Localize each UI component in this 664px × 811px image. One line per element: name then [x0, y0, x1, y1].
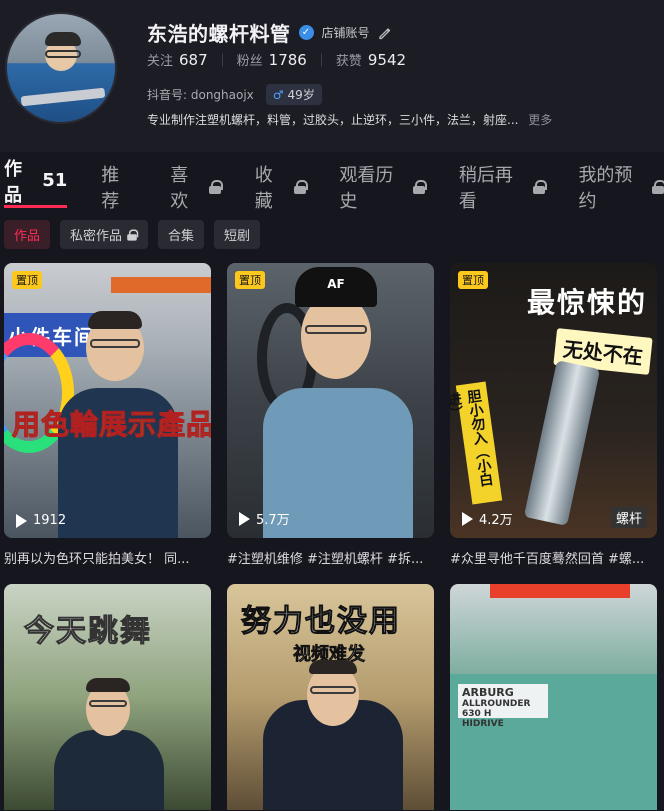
video-thumbnail[interactable]: 最惊悚的 无处不在 胆小勿入（小白进） 螺杆 置顶 4.2万 — [450, 263, 657, 538]
profile-stats: 关注 687 粉丝 1786 获赞 9542 — [147, 50, 406, 69]
stat-divider — [221, 52, 223, 67]
play-icon — [239, 511, 250, 526]
tab-works[interactable]: 作品 51 — [4, 159, 68, 208]
avatar[interactable] — [5, 12, 117, 124]
name-row: 东浩的螺杆料管 ✓ 店铺账号 — [147, 18, 392, 47]
play-count: 5.7万 — [239, 509, 290, 528]
video-card[interactable]: 最惊悚的 无处不在 胆小勿入（小白进） 螺杆 置顶 4.2万 #众里寻他千百度蓦… — [450, 263, 657, 584]
video-caption[interactable]: #注塑机维修 #注塑机螺杆 #拆... — [227, 548, 434, 584]
lock-icon — [127, 228, 139, 241]
bio-text: 专业制作注塑机螺杆，料管，过胶头，止逆环，三小件，法兰，射座... — [147, 113, 519, 127]
plate-drive: HIDRIVE — [462, 719, 504, 729]
tab-history[interactable]: 观看历史 — [339, 160, 427, 212]
tab-favorites[interactable]: 收藏 — [255, 160, 308, 212]
video-card[interactable]: AF 置顶 5.7万 #注塑机维修 #注塑机螺杆 #拆... — [227, 263, 434, 584]
video-card[interactable]: ARBURG ALLROUNDER 630 H HIDRIVE — [450, 584, 657, 810]
play-icon — [16, 513, 27, 528]
stat-following[interactable]: 关注 687 — [147, 50, 208, 69]
stat-likes[interactable]: 获赞 9542 — [336, 50, 406, 69]
profile-tabs: 作品 51 推荐 喜欢 收藏 观看历史 稍后再看 我的预约 — [0, 159, 664, 212]
tab-label: 观看历史 — [339, 165, 394, 212]
tab-label: 我的预约 — [578, 165, 633, 212]
profile-bio: 专业制作注塑机螺杆，料管，过胶头，止逆环，三小件，法兰，射座... 更多 — [147, 111, 552, 128]
overlay-label: 螺杆 — [610, 507, 647, 528]
tab-watch-later[interactable]: 稍后再看 — [459, 160, 547, 212]
tab-likes[interactable]: 喜欢 — [170, 160, 223, 212]
chip-label: 合集 — [168, 229, 195, 244]
male-icon: ♂ — [272, 87, 284, 102]
profile-header: 东浩的螺杆料管 ✓ 店铺账号 关注 687 粉丝 1786 获赞 9542 抖音… — [0, 0, 664, 152]
video-caption[interactable]: #众里寻他千百度蓦然回首 #螺... — [450, 548, 657, 584]
lock-icon — [413, 180, 427, 194]
lock-icon — [209, 180, 223, 194]
tab-label: 稍后再看 — [458, 165, 513, 212]
tab-label: 推荐 — [101, 165, 120, 212]
tab-reservations[interactable]: 我的预约 — [578, 160, 664, 212]
tab-label: 作品 — [4, 158, 22, 206]
bio-more-link[interactable]: 更多 — [528, 113, 552, 127]
pinned-badge: 置顶 — [458, 271, 488, 289]
plate-brand: ARBURG — [462, 686, 514, 699]
profile-meta: 抖音号: donghaojx ♂ 49岁 — [147, 84, 322, 105]
play-count-value: 4.2万 — [479, 513, 513, 528]
store-account-label: 店铺账号 — [321, 26, 370, 40]
chip-label: 私密作品 — [70, 229, 123, 244]
stat-value: 687 — [179, 51, 208, 69]
age-badge: ♂ 49岁 — [265, 84, 322, 105]
video-card[interactable]: 今天跳舞 — [4, 584, 211, 810]
plate-model: ALLROUNDER 630 H — [462, 699, 531, 719]
stat-followers[interactable]: 粉丝 1786 — [237, 50, 307, 69]
subtab-collections[interactable]: 合集 — [158, 220, 205, 249]
edit-icon[interactable] — [378, 26, 392, 40]
subtab-private-works[interactable]: 私密作品 — [60, 220, 149, 249]
play-count: 1912 — [16, 513, 66, 528]
subtab-works[interactable]: 作品 — [4, 220, 51, 249]
play-icon — [462, 511, 473, 526]
play-count-value: 5.7万 — [256, 513, 290, 528]
pinned-badge: 置顶 — [12, 271, 42, 289]
video-thumbnail[interactable]: 努力也没用 视频难发 — [227, 584, 434, 810]
video-card[interactable]: 努力也没用 视频难发 — [227, 584, 434, 810]
profile-name: 东浩的螺杆料管 — [147, 22, 291, 46]
overlay-vertical-text: 胆小勿入（小白进） — [450, 381, 503, 505]
stat-label: 获赞 — [335, 54, 362, 69]
pinned-badge: 置顶 — [235, 271, 265, 289]
video-thumbnail[interactable]: 今天跳舞 — [4, 584, 211, 810]
tab-label: 收藏 — [254, 165, 273, 212]
tab-label: 喜欢 — [170, 165, 189, 212]
video-grid: 小件车间 用色輪展示產品 置顶 1912 别再以为色环只能拍美女！ 同... A… — [4, 263, 660, 810]
lock-icon — [652, 180, 664, 194]
play-count: 4.2万 — [462, 509, 513, 528]
tab-recommend[interactable]: 推荐 — [101, 160, 136, 212]
video-card[interactable]: 小件车间 用色輪展示產品 置顶 1912 别再以为色环只能拍美女！ 同... — [4, 263, 211, 584]
verified-icon: ✓ — [298, 25, 314, 40]
age-text: 49岁 — [287, 88, 315, 102]
sub-tabs: 作品 私密作品 合集 短剧 — [4, 220, 261, 249]
video-thumbnail[interactable]: ARBURG ALLROUNDER 630 H HIDRIVE — [450, 584, 657, 810]
stat-value: 9542 — [367, 51, 407, 69]
overlay-title: 今天跳舞 — [24, 614, 152, 650]
lock-icon — [293, 180, 308, 194]
chip-label: 短剧 — [224, 229, 251, 244]
overlay-title: 最惊悚的 — [526, 286, 647, 319]
stat-divider — [320, 52, 322, 67]
stat-label: 关注 — [147, 54, 174, 69]
machine-plate: ARBURG ALLROUNDER 630 H HIDRIVE — [458, 684, 548, 729]
video-thumbnail[interactable]: AF 置顶 5.7万 — [227, 263, 434, 538]
lock-icon — [532, 180, 547, 194]
stat-value: 1786 — [268, 51, 307, 69]
play-count-value: 1912 — [33, 513, 67, 528]
stat-label: 粉丝 — [236, 54, 263, 69]
overlay-title: 努力也没用 — [241, 604, 401, 640]
chip-label: 作品 — [14, 229, 41, 244]
tab-count: 51 — [42, 170, 68, 191]
screw-graphic — [523, 360, 601, 526]
cap-logo: AF — [295, 267, 377, 307]
overlay-headline: 用色輪展示產品 — [11, 408, 211, 442]
subtab-short-dramas[interactable]: 短剧 — [214, 220, 261, 249]
douyin-id: 抖音号: donghaojx — [147, 88, 254, 102]
video-thumbnail[interactable]: 小件车间 用色輪展示產品 置顶 1912 — [4, 263, 211, 538]
video-caption[interactable]: 别再以为色环只能拍美女！ 同... — [4, 548, 211, 584]
